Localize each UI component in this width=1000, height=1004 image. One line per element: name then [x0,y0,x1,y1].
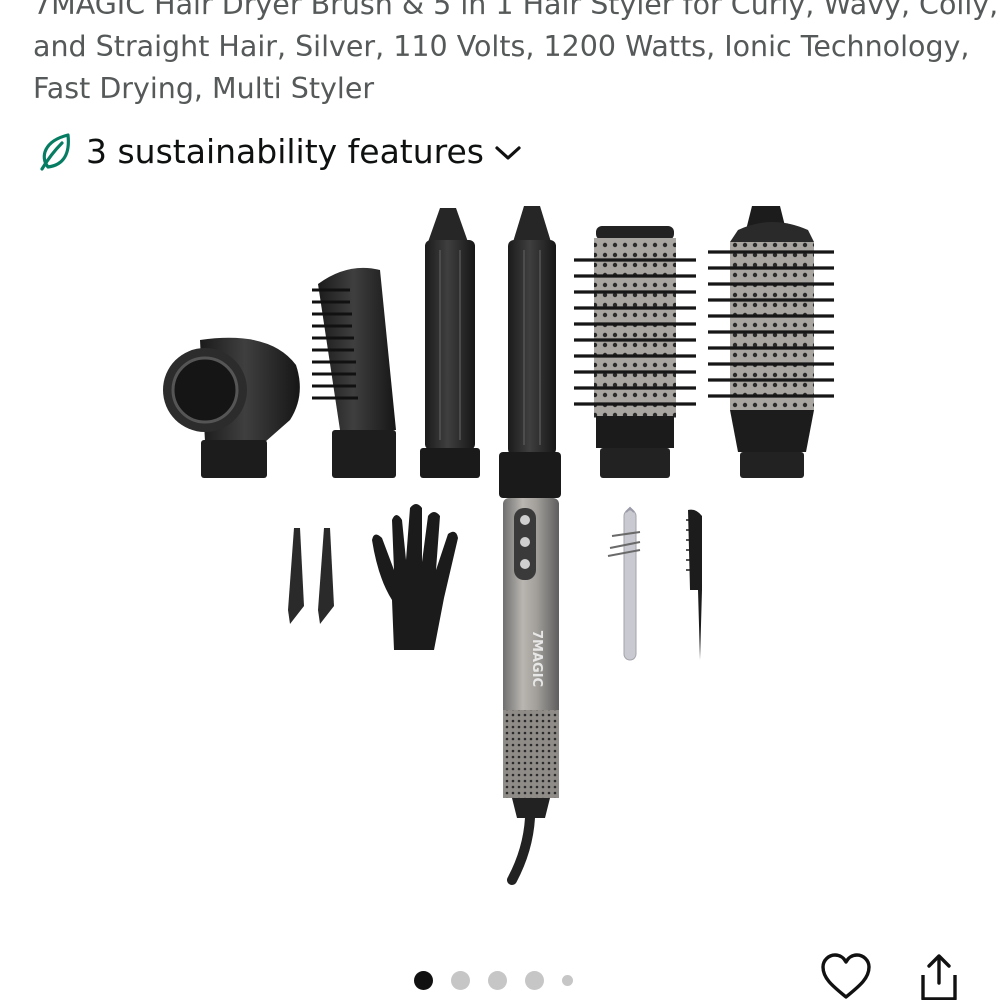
product-title-line: Fast Drying, Multi Styler [33,72,375,105]
gallery-dot-active[interactable] [414,970,433,990]
sustainability-label: 3 sustainability features [86,131,484,171]
wishlist-button[interactable] [820,953,872,1000]
product-title-line: and Straight Hair, Silver, 110 Volts, 12… [33,30,970,63]
paddle-brush-attachment [312,267,396,478]
gallery-dot[interactable] [451,970,470,990]
tail-comb [686,509,702,660]
gallery-dot[interactable] [488,970,507,990]
gallery-pagination [414,969,573,991]
gallery-dot[interactable] [525,970,544,990]
chevron-down-icon [495,146,521,160]
sustainability-features-toggle[interactable]: 3 sustainability features [38,126,522,176]
share-button[interactable] [914,953,964,1001]
concentrator-attachment [163,337,300,478]
product-title-line: 7MAGIC Hair Dryer Brush & 5 in 1 Hair St… [33,0,999,21]
heart-icon [821,953,871,999]
hair-dryer-brush-main: 7MAGIC [499,206,561,885]
heat-glove [372,504,458,650]
volumizing-brush-attachment [708,206,834,478]
cleaning-brush [607,506,641,661]
product-image[interactable]: 7MAGIC [0,190,1000,910]
leaf-icon [40,133,70,171]
handle-brand-text: 7MAGIC [529,630,544,687]
share-icon [921,954,957,1001]
product-title: 7MAGIC Hair Dryer Brush & 5 in 1 Hair St… [33,0,999,110]
round-brush-attachment [574,226,696,478]
hair-clips [288,528,334,624]
curling-barrel-attachment [420,208,480,478]
gallery-dot[interactable] [562,974,573,986]
